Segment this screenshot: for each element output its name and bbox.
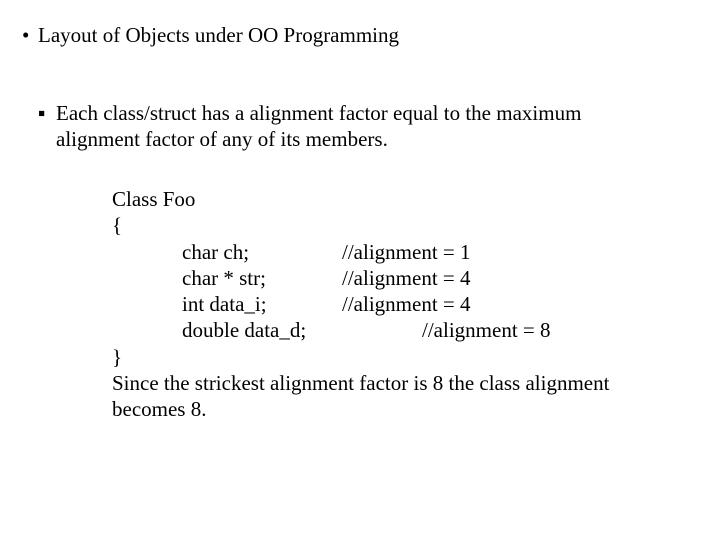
code-indent — [112, 239, 182, 265]
code-member-row: double data_d; //alignment = 8 — [112, 317, 650, 343]
code-member-row: char * str; //alignment = 4 — [112, 265, 650, 291]
code-decl: char ch; — [182, 239, 342, 265]
code-member-row: int data_i; //alignment = 4 — [112, 291, 650, 317]
code-comment: //alignment = 1 — [342, 239, 471, 265]
code-member-row: char ch; //alignment = 1 — [112, 239, 650, 265]
sub-bullet-text: Each class/struct has a alignment factor… — [56, 100, 648, 153]
code-decl: char * str; — [182, 265, 342, 291]
code-comment: //alignment = 8 — [422, 317, 551, 343]
code-block: Class Foo { char ch; //alignment = 1 cha… — [112, 186, 650, 422]
code-line: Class Foo — [112, 186, 650, 212]
code-indent — [112, 291, 182, 317]
code-indent — [112, 317, 182, 343]
code-indent — [112, 265, 182, 291]
code-note: Since the strickest alignment factor is … — [112, 370, 650, 423]
main-bullet: •Layout of Objects under OO Programming — [22, 22, 680, 48]
code-comment: //alignment = 4 — [342, 291, 471, 317]
code-comment: //alignment = 4 — [342, 265, 471, 291]
code-decl: double data_d; — [182, 317, 422, 343]
main-bullet-text: Layout of Objects under OO Programming — [38, 23, 399, 47]
bullet-square-icon: ▪ — [38, 100, 56, 126]
slide: •Layout of Objects under OO Programming … — [0, 0, 720, 540]
code-line: } — [112, 344, 650, 370]
code-line: { — [112, 212, 650, 238]
code-decl: int data_i; — [182, 291, 342, 317]
bullet-dot-icon: • — [22, 22, 38, 48]
sub-bullet: ▪Each class/struct has a alignment facto… — [38, 100, 650, 153]
